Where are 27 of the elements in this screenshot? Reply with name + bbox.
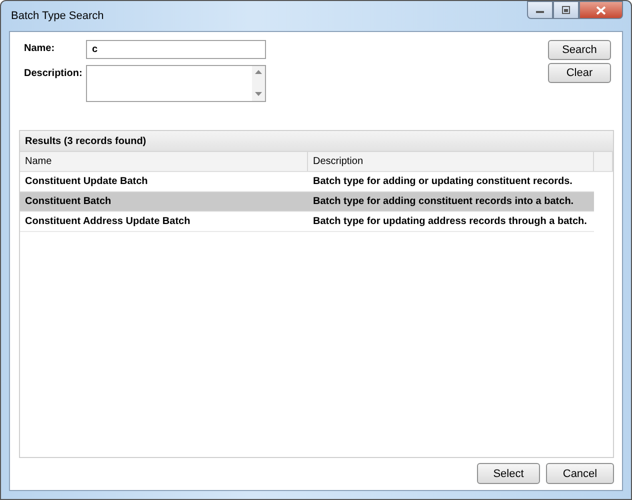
- table-cell-text: Batch type for adding or updating constituent records.: [312, 175, 574, 188]
- action-button[interactable]: Clear: [548, 63, 611, 83]
- dialog-button[interactable]: Select: [477, 463, 540, 484]
- close-button[interactable]: [579, 1, 623, 19]
- maximize-button[interactable]: [553, 1, 579, 19]
- column-header[interactable]: Name: [20, 152, 308, 171]
- scrollbar[interactable]: [252, 66, 265, 101]
- close-icon: [596, 6, 606, 14]
- table-cell-text: Constituent Address Update Batch: [24, 215, 192, 228]
- table-cell-text: Constituent Update Batch: [24, 175, 149, 188]
- result-row[interactable]: Constituent Batch Batch type for adding constituent records into a batch.: [20, 192, 594, 212]
- description-label: Description:: [24, 67, 84, 79]
- column-header[interactable]: Description: [308, 152, 594, 171]
- text-input[interactable]: c: [86, 40, 266, 59]
- scroll-up-icon[interactable]: [255, 70, 262, 75]
- scroll-down-icon[interactable]: [255, 92, 262, 97]
- name-label: Name:: [24, 42, 56, 54]
- maximize-icon: [561, 6, 571, 14]
- table-cell-text: Batch type for updating address records through a batch.: [312, 215, 588, 228]
- table-cell-text: Constituent Batch: [24, 195, 112, 208]
- table-cell-text: Batch type for adding constituent records into a batch.: [312, 195, 575, 208]
- action-button[interactable]: Search: [548, 40, 611, 60]
- window-title: Batch Type Search: [11, 10, 104, 22]
- dialog-button[interactable]: Cancel: [546, 463, 614, 484]
- results-title: Results (3 records found): [20, 131, 613, 152]
- minimize-button[interactable]: [527, 1, 553, 19]
- description-field[interactable]: [86, 65, 266, 102]
